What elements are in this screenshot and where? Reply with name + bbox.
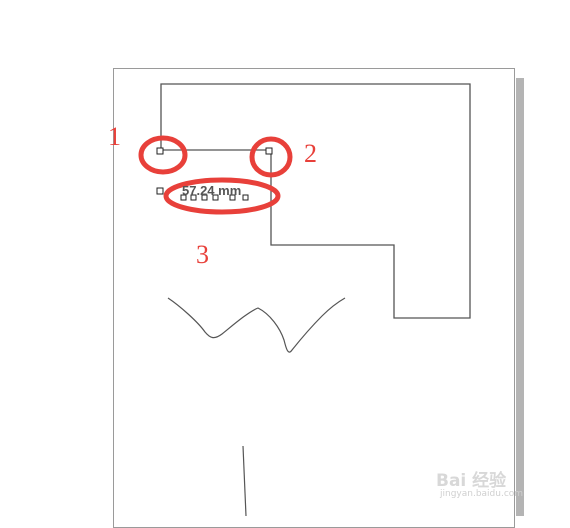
selection-handle[interactable] xyxy=(156,187,164,195)
dimension-label: 57.24 mm xyxy=(182,183,242,198)
selection-handle[interactable] xyxy=(242,194,249,201)
freehand-vertical-line[interactable] xyxy=(242,445,247,516)
callout-circle-1 xyxy=(138,135,188,175)
selection-handle[interactable] xyxy=(265,147,273,155)
drawing-canvas[interactable]: 57.24 mm 1 2 3 Bai 经验 jingyan.baidu.com xyxy=(0,0,570,528)
drawing-layer xyxy=(138,83,471,516)
baidu-watermark: Bai 经验 jingyan.baidu.com xyxy=(436,464,546,508)
watermark-url: jingyan.baidu.com xyxy=(440,489,524,499)
callout-number-1: 1 xyxy=(108,122,121,151)
callout-number-2: 2 xyxy=(304,139,317,168)
selection-handle[interactable] xyxy=(156,147,164,155)
watermark-brand: Bai 经验 xyxy=(436,471,507,491)
stepped-outline-shape[interactable] xyxy=(160,83,471,319)
callout-number-3: 3 xyxy=(196,240,209,269)
freehand-zigzag-curve[interactable] xyxy=(167,297,346,353)
